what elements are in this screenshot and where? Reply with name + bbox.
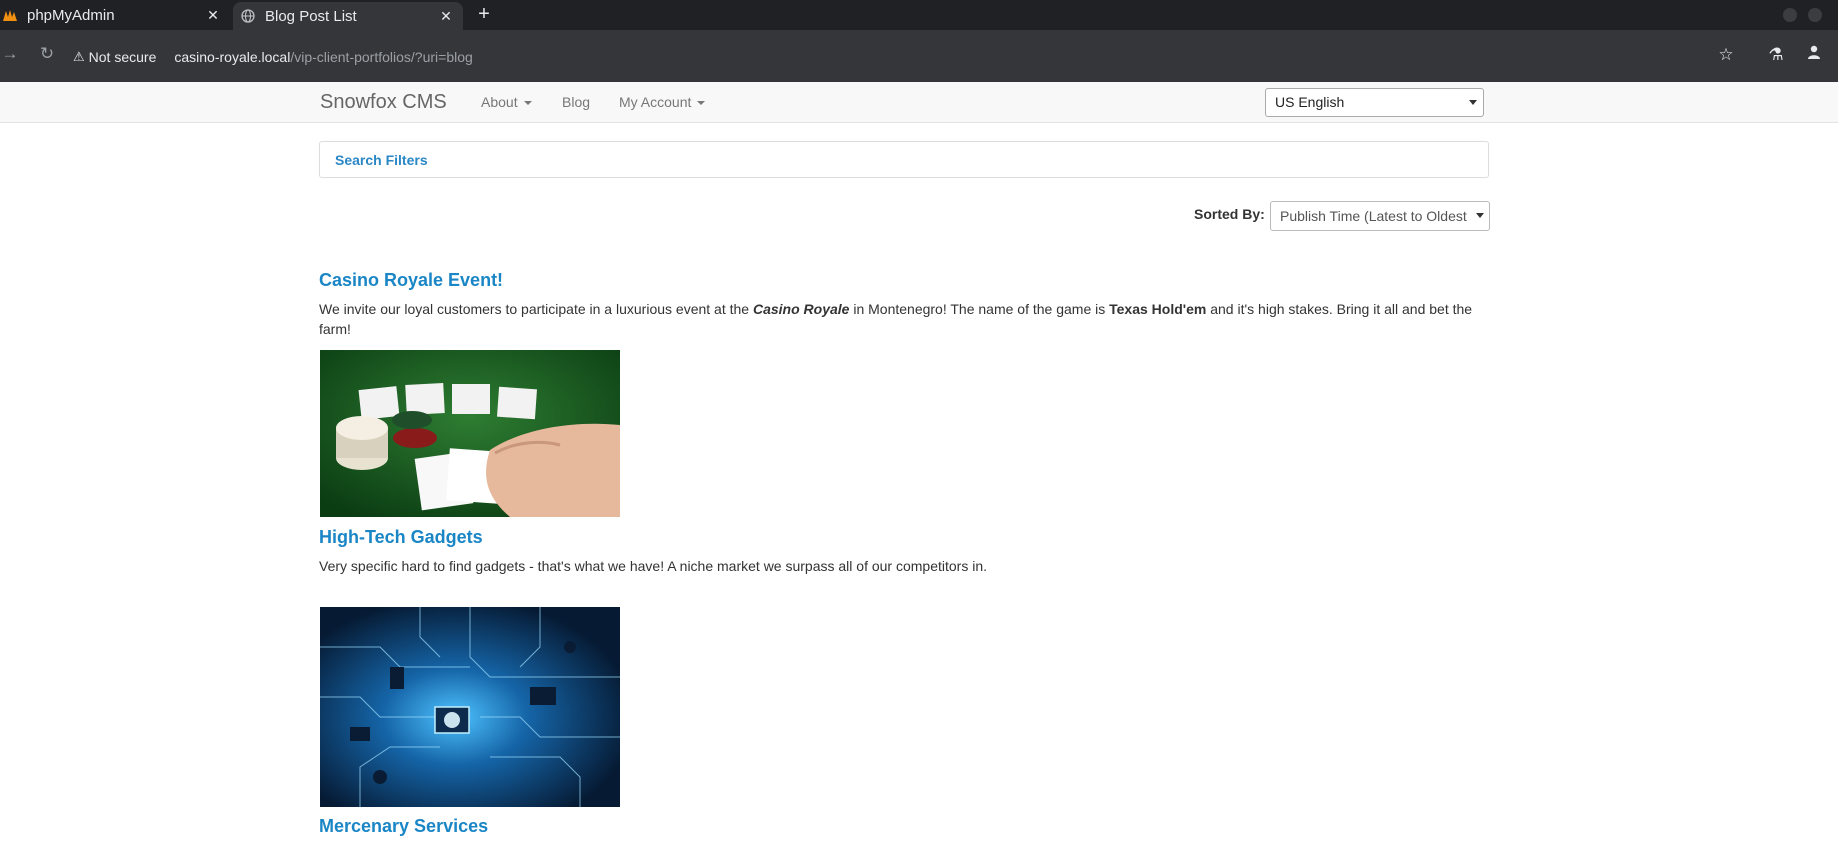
not-secure-label[interactable]: Not secure [89, 49, 157, 65]
close-tab-icon[interactable]: ✕ [203, 7, 223, 24]
caret-down-icon [697, 101, 706, 106]
post-title-mercenary-services[interactable]: Mercenary Services [319, 816, 488, 837]
nav-about[interactable]: About [481, 94, 532, 110]
post-title-high-tech-gadgets[interactable]: High-Tech Gadgets [319, 527, 483, 548]
caret-down-icon [523, 101, 532, 106]
profile-icon[interactable] [1803, 44, 1825, 66]
tab-blog-post-list[interactable]: Blog Post List ✕ [233, 2, 463, 30]
tab-phpmyadmin[interactable]: phpMyAdmin ✕ [0, 0, 230, 30]
close-tab-icon[interactable]: ✕ [436, 8, 456, 25]
tab-title: Blog Post List [265, 7, 357, 25]
post-body-high-tech-gadgets: Very specific hard to find gadgets - tha… [319, 558, 988, 574]
site-brand[interactable]: Snowfox CMS [320, 91, 447, 114]
new-tab-button[interactable]: + [473, 3, 495, 25]
language-select-value: US English [1275, 94, 1345, 110]
globe-icon [240, 8, 256, 24]
post-body-text: in Montenegro! The name of the game is [849, 301, 1110, 317]
nav-blog[interactable]: Blog [562, 94, 590, 110]
language-select[interactable]: US English [1265, 88, 1484, 117]
browser-tab-bar: phpMyAdmin ✕ Blog Post List ✕ + [0, 0, 1838, 30]
reload-icon[interactable]: ↻ [37, 44, 57, 64]
post-body-emphasis: Casino Royale [752, 301, 850, 317]
site-navbar: Snowfox CMS About Blog My Account US Eng… [0, 82, 1838, 123]
back-arrow-icon[interactable]: → [0, 44, 20, 64]
close-window-button[interactable] [1808, 8, 1822, 22]
browser-toolbar: → ↻ ⚠ Not secure casino-royale.local/vip… [0, 30, 1838, 82]
minimize-window-button[interactable] [1783, 8, 1797, 22]
post-body-casino-royale: We invite our loyal customers to partici… [319, 299, 1491, 339]
search-filters-toggle[interactable]: Search Filters [335, 152, 428, 168]
url-host: casino-royale.local [174, 49, 291, 65]
phpmyadmin-icon [2, 7, 18, 23]
labs-flask-icon[interactable]: ⚗ [1765, 44, 1787, 66]
post-body-text: We invite our loyal customers to partici… [319, 301, 753, 317]
sort-select[interactable]: Publish Time (Latest to Oldest [1270, 201, 1490, 231]
url-path: /vip-client-portfolios/?uri=blog [290, 49, 473, 65]
circuit-board-image[interactable] [320, 607, 620, 807]
warning-icon: ⚠ [73, 49, 85, 64]
page-content: Snowfox CMS About Blog My Account US Eng… [0, 82, 1838, 844]
tab-title: phpMyAdmin [27, 6, 115, 24]
search-filters-panel[interactable]: Search Filters [319, 141, 1489, 178]
chevron-down-icon [1476, 213, 1484, 218]
nav-my-account-label: My Account [619, 94, 692, 110]
bookmark-star-icon[interactable]: ☆ [1715, 44, 1737, 66]
address-bar[interactable]: ⚠ Not secure casino-royale.local/vip-cli… [73, 44, 473, 70]
chevron-down-icon [1469, 100, 1477, 105]
sorted-by-label: Sorted By: [1194, 206, 1265, 222]
post-title-casino-royale[interactable]: Casino Royale Event! [319, 270, 503, 291]
poker-hand-image[interactable] [320, 350, 620, 517]
sort-select-value: Publish Time (Latest to Oldest [1280, 208, 1467, 224]
post-body-strong: Texas Hold'em [1109, 301, 1207, 317]
nav-about-label: About [481, 94, 518, 110]
nav-my-account[interactable]: My Account [619, 94, 706, 110]
